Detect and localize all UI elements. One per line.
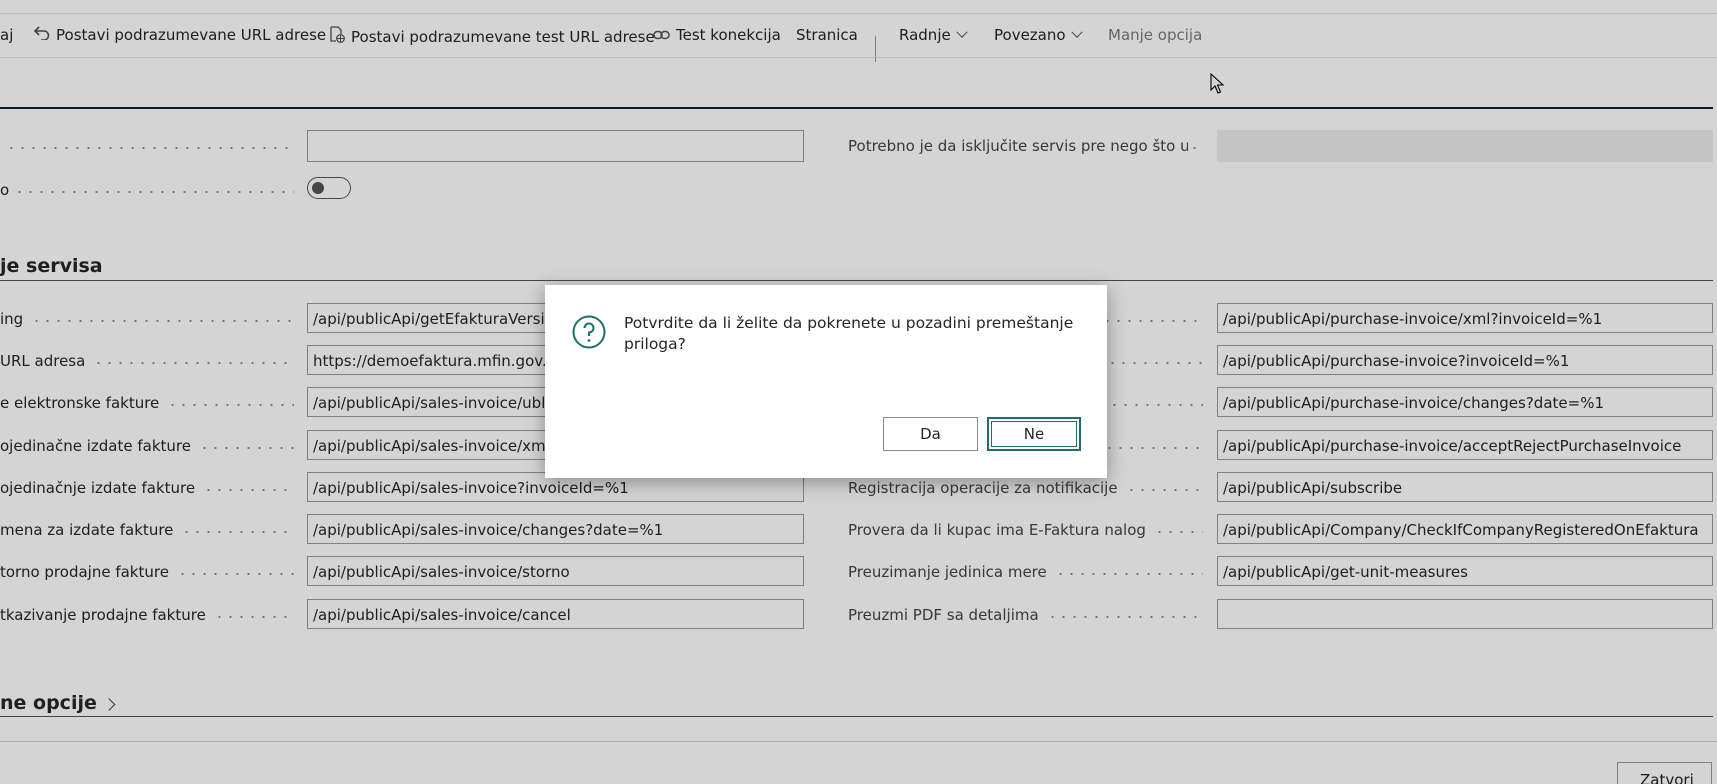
question-circle-icon bbox=[572, 315, 606, 349]
no-button[interactable]: Ne bbox=[987, 417, 1081, 451]
confirm-dialog: Potvrdite da li želite da pokrenete u po… bbox=[545, 285, 1107, 478]
page-background: aj Postavi podrazumevane URL adrese Post… bbox=[0, 0, 1717, 784]
dialog-message: Potvrdite da li želite da pokrenete u po… bbox=[624, 314, 1074, 353]
yes-button[interactable]: Da bbox=[883, 417, 978, 451]
